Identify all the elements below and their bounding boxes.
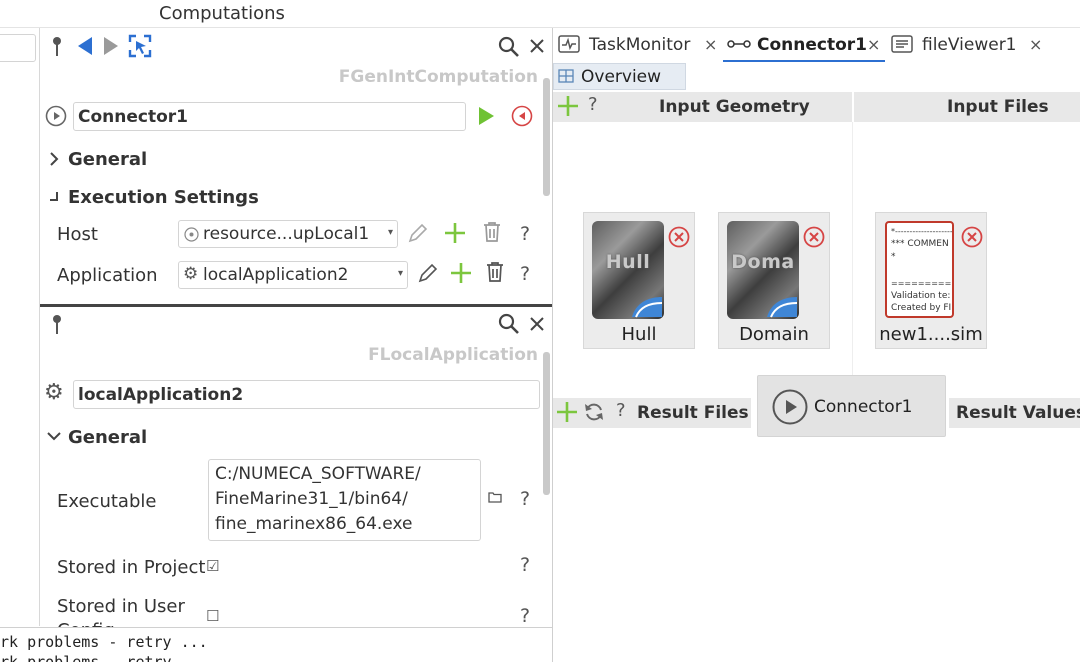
search-icon[interactable] [498,36,520,58]
tab-close-icon[interactable]: × [704,35,717,54]
host-help[interactable]: ? [520,223,530,245]
edit-pencil-icon[interactable] [407,222,429,244]
chart-monitor-icon [558,35,580,53]
lower-scrollbar[interactable] [543,352,550,495]
geometry-tile-domain[interactable]: Doma Domain [718,212,830,349]
refresh-icon[interactable] [583,401,605,423]
panel-class-name: FGenIntComputation [338,67,538,87]
lower-property-panel: FLocalApplication ⚙ localApplication2 Ge… [40,307,552,641]
executable-field[interactable]: C:/NUMECA_SOFTWARE/ FineMarine31_1/bin64… [208,459,481,541]
executable-help[interactable]: ? [520,488,530,510]
remove-icon[interactable] [668,226,690,248]
executable-label: Executable [57,491,157,512]
stored-user-help[interactable]: ? [520,605,530,627]
gear-icon: ⚙ [44,380,64,405]
result-files-help[interactable]: ? [616,400,626,421]
pin-icon[interactable] [50,314,64,336]
result-files-header: ? Result Files [553,398,751,428]
grid-icon [558,69,574,83]
geometry-badge-icon [632,297,663,318]
gear-icon: ⚙ [183,264,199,284]
chevron-right-icon[interactable] [49,152,59,166]
upper-scrollbar[interactable] [543,78,550,196]
upper-property-panel: FGenIntComputation Connector1 General Ex… [40,28,552,306]
left-edge-panel [0,28,40,626]
tab-connector1[interactable]: Connector1 × [723,28,885,62]
stop-back-icon[interactable] [511,105,533,127]
play-circle-icon[interactable] [772,389,808,425]
select-target-icon[interactable] [128,34,152,58]
input-geometry-help[interactable]: ? [588,94,598,115]
tab-overview[interactable]: Overview [553,63,686,90]
result-values-header: Result Values [949,398,1080,428]
remove-icon[interactable] [803,226,825,248]
host-label: Host [57,224,98,245]
execution-settings-section[interactable]: Execution Settings [68,187,259,208]
input-files-header: Input Files [854,92,1080,122]
console-line: rk problems - retry ... [0,633,208,651]
application-label: Application [57,265,158,286]
input-geometry-header: ? Input Geometry [553,92,852,122]
panel-class-name: FLocalApplication [368,345,538,365]
application-help[interactable]: ? [520,263,530,285]
tile-label: Domain [739,324,809,345]
connector-node[interactable]: Connector1 [757,375,946,437]
geometry-thumbnail: Hull [592,221,664,319]
add-icon[interactable] [450,262,472,284]
stored-project-checkbox[interactable]: ☑ [206,557,219,575]
play-circle-icon [45,105,67,127]
trash-icon[interactable] [482,221,502,243]
menu-computations[interactable]: Computations [159,3,285,24]
tab-fileviewer1[interactable]: fileViewer1 × [887,28,1047,62]
dropdown-arrow-icon[interactable]: ▾ [398,268,403,279]
application-select[interactable]: ⚙ localApplication2 ▾ [178,261,408,289]
menu-bar: Computations [0,0,1080,28]
geometry-thumbnail: Doma [727,221,799,319]
input-file-tile[interactable]: *--------------------- *** COMMEN * ====… [875,212,987,349]
file-viewer-icon [891,35,913,53]
tab-close-icon[interactable]: × [867,35,880,54]
tile-label: new1....sim [879,324,983,345]
forward-arrow-icon[interactable] [102,36,120,56]
left-edge-input[interactable] [0,34,36,62]
stored-project-help[interactable]: ? [520,554,530,576]
editor-tab-bar: TaskMonitor × Connector1 × fileViewer1 × [553,28,1080,62]
remove-icon[interactable] [961,226,983,248]
connector-icon [727,40,751,48]
geometry-badge-icon [767,297,798,318]
tile-label: Hull [621,324,657,345]
file-document-icon: *--------------------- *** COMMEN * ====… [885,221,954,318]
add-icon[interactable] [556,401,578,423]
edit-pencil-icon[interactable] [417,262,439,284]
tab-close-icon[interactable]: × [1029,35,1042,54]
collapse-corner-icon[interactable] [48,191,60,203]
application-name-field[interactable]: localApplication2 [73,380,540,409]
resource-icon [184,227,199,242]
general-section[interactable]: General [68,427,147,448]
dropdown-arrow-icon[interactable]: ▾ [388,227,393,238]
host-select[interactable]: resource...upLocal1 ▾ [178,220,398,248]
general-section[interactable]: General [68,149,147,170]
trash-icon[interactable] [485,261,505,283]
stored-user-label: Stored in User [57,596,185,617]
console-panel: rk problems - retry ... rk problems - re… [0,627,552,662]
run-icon[interactable] [477,106,495,126]
tab-taskmonitor[interactable]: TaskMonitor × [553,28,719,62]
search-icon[interactable] [498,313,520,335]
pin-icon[interactable] [50,36,64,58]
computation-name-field[interactable]: Connector1 [73,102,466,131]
back-arrow-icon[interactable] [76,36,94,56]
console-line: rk problems - retry ... [0,653,208,662]
column-divider [852,122,853,378]
geometry-tile-hull[interactable]: Hull Hull [583,212,695,349]
chevron-down-icon[interactable] [47,431,61,441]
editor-divider[interactable] [552,28,553,662]
close-icon[interactable] [529,38,545,54]
add-icon[interactable] [557,95,579,117]
add-icon[interactable] [444,222,466,244]
stored-project-label: Stored in Project [57,557,206,578]
folder-icon[interactable] [488,491,502,503]
stored-user-checkbox[interactable]: ☐ [206,607,219,625]
close-icon[interactable] [529,316,545,332]
